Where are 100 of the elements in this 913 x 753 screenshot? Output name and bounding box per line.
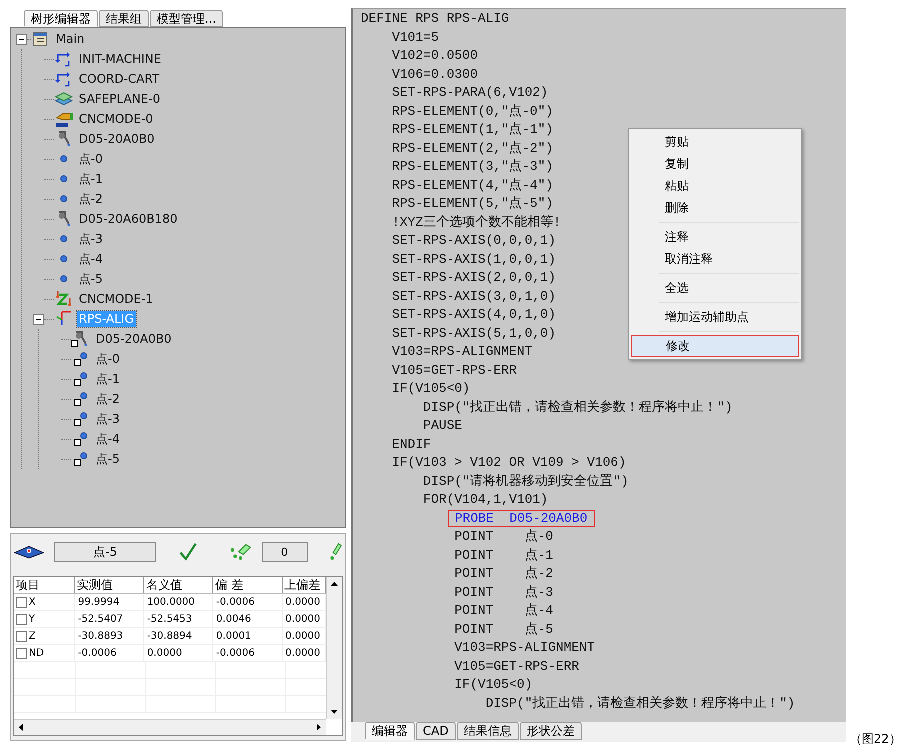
point-cloud-icon[interactable] xyxy=(230,542,252,562)
menu-item[interactable]: 删除 xyxy=(631,197,799,219)
tab[interactable]: 模型管理... xyxy=(150,10,224,27)
column-header: 偏 差 xyxy=(213,577,283,593)
tree-item[interactable]: 点-3 xyxy=(94,411,122,427)
tab[interactable]: 结果信息 xyxy=(456,722,519,740)
vertical-scrollbar[interactable] xyxy=(326,577,342,719)
menu-item[interactable]: 取消注释 xyxy=(631,248,799,270)
table-cell-text: 99.9994 xyxy=(78,596,120,610)
code-line: DEFINE RPS RPS-ALIG xyxy=(361,10,510,28)
tab[interactable]: CAD xyxy=(416,722,456,740)
table-cell-text: ND xyxy=(29,646,44,660)
table-cell-text: 0.0001 xyxy=(216,630,252,644)
code-line: SET-RPS-AXIS(5,1,0,0) xyxy=(391,324,556,342)
tree-item[interactable]: CNCMODE-0 xyxy=(77,111,156,127)
tree-item[interactable]: COORD-CART xyxy=(77,71,162,87)
checkmark-icon[interactable] xyxy=(178,541,198,563)
menu-item[interactable]: 增加运动辅助点 xyxy=(631,306,799,328)
tree-item[interactable]: 点-5 xyxy=(94,451,122,467)
code-line: SET-RPS-AXIS(2,0,0,1) xyxy=(391,269,556,287)
checkbox[interactable] xyxy=(16,648,27,658)
code-line: PAUSE xyxy=(422,417,462,435)
tree-item[interactable]: 点-1 xyxy=(94,371,122,387)
table-cell-text: X xyxy=(29,596,36,610)
code-line: POINT 点-4 xyxy=(454,602,554,620)
tab[interactable]: 树形编辑器 xyxy=(24,10,98,27)
tree-item[interactable]: 点-0 xyxy=(94,351,122,367)
checkbox[interactable] xyxy=(16,596,27,608)
tree-item[interactable]: D05-20A60B180 xyxy=(77,211,180,227)
table-cell-text: -0.0006 xyxy=(78,646,117,660)
tree-item[interactable]: D05-20A0B0 xyxy=(77,131,157,147)
tab[interactable]: 编辑器 xyxy=(365,722,415,740)
table-cell-text: 0.0000 xyxy=(286,630,321,644)
code-line: FOR(V104,1,V101) xyxy=(422,491,548,509)
table-cell-text: -30.8893 xyxy=(78,630,124,644)
horizontal-scrollbar[interactable] xyxy=(14,719,326,735)
code-line: DISP(″找正出错，请检查相关参数！程序将中止！″) xyxy=(422,398,733,416)
collapse-icon[interactable] xyxy=(16,34,27,44)
code-line: POINT 点-1 xyxy=(454,546,554,564)
tab[interactable]: 结果组 xyxy=(99,10,149,27)
tree-item[interactable]: 点-4 xyxy=(77,251,105,267)
table-cell-text: 0.0000 xyxy=(147,646,182,660)
code-line: RPS-ELEMENT(3,″点-3″) xyxy=(391,158,554,176)
checkbox[interactable] xyxy=(16,630,27,642)
table-cell-text: 0.0000 xyxy=(286,612,321,626)
code-line: RPS-ELEMENT(1,″点-1″) xyxy=(391,121,554,139)
table-cell-text: -52.5407 xyxy=(78,612,124,626)
collapse-icon[interactable] xyxy=(33,314,44,324)
tree-item[interactable]: D05-20A0B0 xyxy=(94,331,174,347)
code-line: V103=RPS-ALIGNMENT xyxy=(454,639,596,657)
tree-item[interactable]: 点-1 xyxy=(77,171,105,187)
plane-icon[interactable] xyxy=(14,544,44,560)
tree-item[interactable]: 点-0 xyxy=(77,151,105,167)
code-line: !XYZ三个选项个数不能相等! xyxy=(391,214,562,232)
code-line: RPS-ELEMENT(5,″点-5″) xyxy=(391,195,554,213)
tree-item[interactable]: 点-5 xyxy=(77,271,105,287)
table-cell-text: 0.0046 xyxy=(216,612,252,626)
tree-item[interactable]: 点-2 xyxy=(77,191,105,207)
table-cell-text: -0.0006 xyxy=(216,596,256,610)
column-header: 实测值 xyxy=(75,577,144,593)
code-line: IF(V105<0) xyxy=(391,380,470,398)
count-field[interactable]: 0 xyxy=(262,542,308,562)
code-line: DISP(″请将机器移动到安全位置″) xyxy=(422,472,629,490)
probe-tip-icon[interactable] xyxy=(328,541,342,563)
feature-field[interactable]: 点-5 xyxy=(54,542,156,562)
code-line: SET-RPS-AXIS(1,0,0,1) xyxy=(391,250,556,268)
code-line: SET-RPS-AXIS(3,0,1,0) xyxy=(391,288,556,306)
table-cell-text: -52.5453 xyxy=(147,612,192,626)
table-cell-text: 100.0000 xyxy=(147,596,196,610)
menu-item[interactable]: 注释 xyxy=(631,226,799,248)
menu-item[interactable]: 全选 xyxy=(631,277,799,299)
code-line: SET-RPS-PARA(6,V102) xyxy=(391,84,548,102)
code-line: POINT 点-3 xyxy=(454,584,554,602)
column-header: 名义值 xyxy=(144,577,214,593)
tree-item[interactable]: CNCMODE-1 xyxy=(77,291,156,307)
tree-item[interactable]: 点-3 xyxy=(77,231,105,247)
menu-item[interactable]: 复制 xyxy=(631,153,799,175)
figure-caption: （图22） xyxy=(850,731,902,748)
menu-item[interactable]: 修改 xyxy=(631,335,799,357)
code-line: V105=GET-RPS-ERR xyxy=(391,362,518,380)
tree-item[interactable]: 点-4 xyxy=(94,431,122,447)
table-cell-text: -30.8894 xyxy=(147,630,192,644)
code-line: RPS-ELEMENT(4,″点-4″) xyxy=(391,176,554,194)
checkbox[interactable] xyxy=(16,614,27,624)
table-cell-text: Y xyxy=(29,612,36,626)
code-line: ENDIF xyxy=(391,436,432,454)
code-line: V105=GET-RPS-ERR xyxy=(454,658,580,676)
code-line: IF(V103 > V102 OR V109 > V106) xyxy=(391,454,626,472)
code-line: POINT 点-2 xyxy=(454,565,554,583)
menu-item[interactable]: 剪贴 xyxy=(631,131,799,153)
rps-axes-icon xyxy=(54,310,74,328)
menu-item[interactable]: 粘贴 xyxy=(631,175,799,197)
code-line: POINT 点-0 xyxy=(454,528,554,546)
tree-item[interactable]: Main xyxy=(54,31,87,47)
code-line: DISP(″找正出错，请检查相关参数！程序将中止！″) xyxy=(484,694,796,712)
code-line: POINT 点-5 xyxy=(454,620,554,638)
tab[interactable]: 形状公差 xyxy=(520,722,582,740)
tree-item[interactable]: SAFEPLANE-0 xyxy=(77,91,162,107)
tree-item[interactable]: 点-2 xyxy=(94,391,122,407)
tree-item[interactable]: INIT-MACHINE xyxy=(77,51,164,67)
